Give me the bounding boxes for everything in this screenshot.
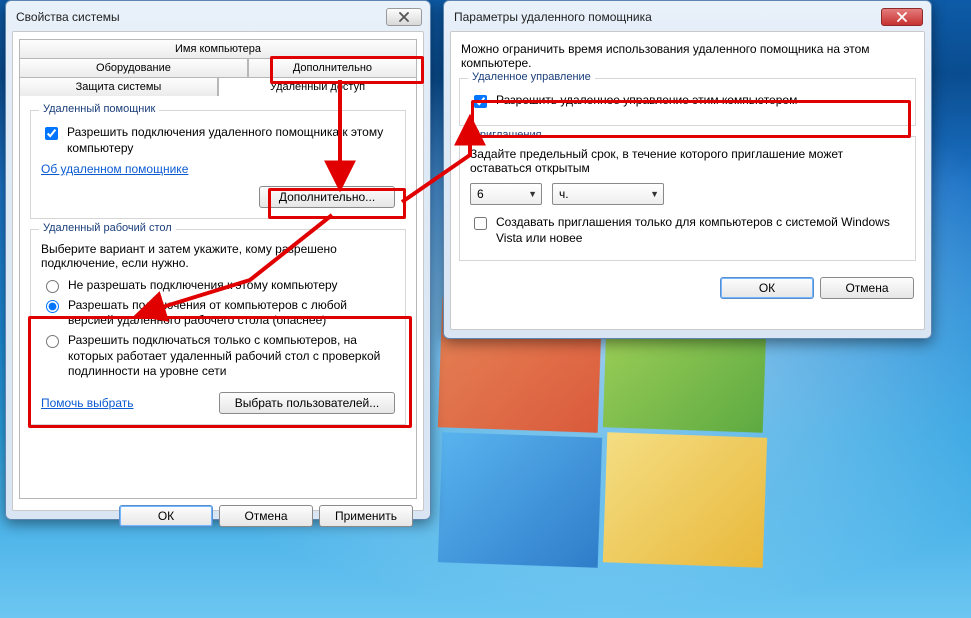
ok-button[interactable]: ОК bbox=[720, 277, 814, 299]
titlebar[interactable]: Свойства системы bbox=[12, 7, 424, 31]
apply-button[interactable]: Применить bbox=[319, 505, 413, 527]
group-legend: Удаленный рабочий стол bbox=[39, 222, 176, 234]
about-remote-assistance-link[interactable]: Об удаленном помощнике bbox=[41, 162, 188, 176]
tab-strip: Имя компьютера Оборудование Дополнительн… bbox=[19, 38, 417, 95]
vista-only-label: Создавать приглашения только для компьют… bbox=[496, 215, 905, 246]
titlebar[interactable]: Параметры удаленного помощника bbox=[450, 7, 925, 31]
windows-logo bbox=[440, 300, 820, 600]
system-properties-window: Свойства системы Имя компьютера Оборудов… bbox=[5, 0, 431, 520]
remote-control-group: Удаленное управление Разрешить удаленное… bbox=[459, 78, 916, 126]
remote-assistance-group: Удаленный помощник Разрешить подключения… bbox=[30, 110, 406, 219]
rd-option-any[interactable] bbox=[46, 300, 59, 313]
group-legend: Удаленное управление bbox=[468, 71, 595, 83]
chevron-down-icon: ▼ bbox=[528, 189, 537, 199]
invitations-hint: Задайте предельный срок, в течение котор… bbox=[470, 147, 905, 175]
tab-remote[interactable]: Удаленный доступ bbox=[218, 77, 417, 96]
help-choose-link[interactable]: Помочь выбрать bbox=[41, 396, 134, 410]
remote-assistance-advanced-button[interactable]: Дополнительно... bbox=[259, 186, 395, 208]
chevron-down-icon: ▼ bbox=[650, 189, 659, 199]
rd-option-deny[interactable] bbox=[46, 280, 59, 293]
cancel-button[interactable]: Отмена bbox=[219, 505, 313, 527]
select-users-button[interactable]: Выбрать пользователей... bbox=[219, 392, 395, 414]
allow-remote-control-checkbox[interactable] bbox=[474, 95, 487, 108]
tab-system-protection[interactable]: Защита системы bbox=[19, 77, 218, 96]
combo-value: 6 bbox=[477, 187, 484, 201]
remote-assistance-settings-window: Параметры удаленного помощника Можно огр… bbox=[443, 0, 932, 339]
remote-desktop-hint: Выберите вариант и затем укажите, кому р… bbox=[41, 242, 395, 270]
allow-remote-assistance-label: Разрешить подключения удаленного помощни… bbox=[67, 125, 395, 156]
group-legend: Удаленный помощник bbox=[39, 103, 159, 115]
dialog-buttons: ОК Отмена bbox=[457, 271, 918, 301]
rd-option-nla-label: Разрешить подключаться только с компьюте… bbox=[68, 333, 395, 380]
intro-text: Можно ограничить время использования уда… bbox=[461, 42, 914, 70]
rd-option-nla[interactable] bbox=[46, 335, 59, 348]
window-title: Параметры удаленного помощника bbox=[454, 10, 652, 24]
invitation-unit-combo[interactable]: ч. ▼ bbox=[552, 183, 664, 205]
allow-remote-assistance-checkbox[interactable] bbox=[45, 127, 58, 140]
window-title: Свойства системы bbox=[16, 10, 120, 24]
combo-value: ч. bbox=[559, 187, 569, 201]
close-icon[interactable] bbox=[881, 8, 923, 26]
remote-desktop-group: Удаленный рабочий стол Выберите вариант … bbox=[30, 229, 406, 425]
tab-computer-name[interactable]: Имя компьютера bbox=[19, 39, 417, 58]
rd-option-any-label: Разрешать подключения от компьютеров с л… bbox=[68, 298, 395, 329]
close-icon[interactable] bbox=[386, 8, 422, 26]
invitations-group: Приглашения Задайте предельный срок, в т… bbox=[459, 136, 916, 261]
ok-button[interactable]: ОК bbox=[119, 505, 213, 527]
rd-option-deny-label: Не разрешать подключения к этому компьют… bbox=[68, 278, 338, 294]
invitation-amount-combo[interactable]: 6 ▼ bbox=[470, 183, 542, 205]
tab-hardware[interactable]: Оборудование bbox=[19, 58, 248, 77]
tab-advanced[interactable]: Дополнительно bbox=[248, 58, 417, 77]
cancel-button[interactable]: Отмена bbox=[820, 277, 914, 299]
group-legend: Приглашения bbox=[468, 129, 546, 141]
allow-remote-control-label: Разрешить удаленное управление этим комп… bbox=[496, 93, 797, 109]
vista-only-checkbox[interactable] bbox=[474, 217, 487, 230]
dialog-buttons: ОК Отмена Применить bbox=[19, 499, 417, 529]
desktop-background: Свойства системы Имя компьютера Оборудов… bbox=[0, 0, 971, 618]
